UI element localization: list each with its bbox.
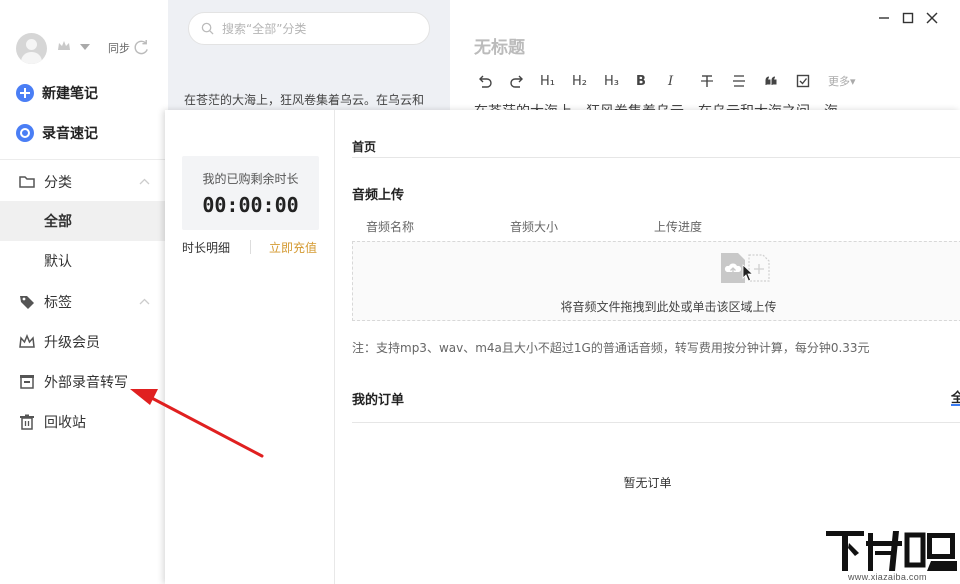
chevron-up-icon[interactable]: [139, 298, 150, 305]
tab-indicator: [951, 404, 960, 406]
sidebar-item-label: 回收站: [44, 415, 86, 431]
recorder-icon: [20, 375, 34, 389]
sidebar-item-label: 外部录音转写: [44, 375, 128, 391]
sidebar-item-label: 升级会员: [44, 335, 100, 351]
new-note-label: 新建笔记: [42, 86, 98, 102]
left-sidebar: 同步 新建笔记 录音速记 分类 全部 默认 标签 升级会员 外部录音转写 回收站: [0, 0, 169, 584]
folder-icon: [19, 176, 35, 188]
bold-button[interactable]: B: [636, 74, 668, 89]
sidebar-item-category[interactable]: 分类: [0, 162, 168, 202]
align-icon[interactable]: [732, 74, 764, 88]
sidebar-item-label: 默认: [44, 254, 72, 270]
column-header-name: 音频名称: [366, 220, 415, 234]
orders-section-title: 我的订单: [352, 393, 405, 408]
search-input[interactable]: [220, 20, 414, 37]
divider: [352, 422, 960, 423]
recharge-link[interactable]: 立即充值: [269, 239, 317, 256]
note-title-input[interactable]: 无标题: [474, 33, 525, 58]
transcribe-left-column: 我的已购剩余时长 00:00:00 时长明细 立即充值: [165, 110, 335, 584]
undo-icon[interactable]: [476, 74, 508, 88]
column-header-progress: 上传进度: [654, 220, 703, 234]
vip-crown-icon: [58, 41, 70, 50]
note-snippet[interactable]: 在苍茫的大海上，狂风卷集着乌云。在乌云和: [184, 91, 424, 108]
sidebar-item-trash[interactable]: 回收站: [0, 402, 168, 442]
watermark-url: www.xiazaiba.com: [848, 572, 927, 582]
new-note-button[interactable]: 新建笔记: [16, 83, 98, 103]
sidebar-item-upgrade[interactable]: 升级会员: [0, 322, 168, 362]
trash-icon: [20, 414, 34, 430]
duration-detail-link[interactable]: 时长明细: [182, 239, 230, 256]
sidebar-item-label: 标签: [44, 295, 72, 311]
editor-toolbar: H₁ H₂ H₃ B I 更多▾: [476, 71, 868, 91]
divider: [352, 157, 960, 158]
avatar[interactable]: [16, 33, 47, 64]
checkbox-icon[interactable]: [796, 74, 828, 88]
strikethrough-icon[interactable]: [700, 74, 732, 88]
column-header-size: 音频大小: [510, 220, 559, 234]
sidebar-item-label: 分类: [44, 175, 72, 191]
mouse-cursor-icon: [742, 264, 754, 282]
voice-note-label: 录音速记: [42, 126, 98, 142]
sync-icon[interactable]: [133, 39, 150, 56]
transcribe-main: 首页 音频上传 音频名称 音频大小 上传进度 将音频文件拖拽到此处或单击该区域上…: [335, 110, 960, 584]
sidebar-item-label: 全部: [44, 214, 72, 230]
transcribe-panel: 我的已购剩余时长 00:00:00 时长明细 立即充值 首页 音频上传 音频名称…: [165, 110, 960, 584]
upload-note: 注：支持mp3、wav、m4a且大小不超过1G的普通话音频，转写费用按分钟计算，…: [352, 341, 870, 355]
orders-empty-text: 暂无订单: [623, 476, 672, 490]
plus-icon: [16, 84, 34, 102]
voice-note-button[interactable]: 录音速记: [16, 123, 98, 143]
close-icon[interactable]: [925, 11, 939, 25]
remaining-time-label: 我的已购剩余时长: [202, 172, 299, 186]
drop-hint: 将音频文件拖拽到此处或单击该区域上传: [560, 300, 777, 314]
remaining-time-card: 我的已购剩余时长 00:00:00: [182, 156, 319, 230]
divider: [0, 159, 168, 160]
sidebar-item-external-transcribe[interactable]: 外部录音转写: [0, 362, 168, 402]
sidebar-item-default[interactable]: 默认: [0, 241, 168, 281]
sidebar-item-all[interactable]: 全部: [0, 201, 168, 241]
remaining-time-value: 00:00:00: [202, 193, 299, 217]
breadcrumb-home[interactable]: 首页: [352, 138, 376, 155]
chevron-down-icon[interactable]: [80, 44, 90, 50]
sidebar-item-tags[interactable]: 标签: [0, 282, 168, 322]
redo-icon[interactable]: [508, 74, 540, 88]
heading1-button[interactable]: H₁: [540, 74, 572, 89]
search-icon: [201, 22, 214, 35]
maximize-icon[interactable]: [901, 11, 915, 25]
heading2-button[interactable]: H₂: [572, 74, 604, 89]
minimize-icon[interactable]: [877, 11, 891, 25]
divider: [250, 240, 251, 254]
audio-drop-zone[interactable]: 将音频文件拖拽到此处或单击该区域上传: [352, 241, 960, 321]
upload-section-title: 音频上传: [352, 188, 405, 203]
record-icon: [16, 124, 34, 142]
crown-icon: [19, 334, 35, 348]
heading3-button[interactable]: H₃: [604, 74, 636, 89]
quote-icon[interactable]: [764, 74, 796, 88]
chevron-up-icon[interactable]: [139, 178, 150, 185]
italic-button[interactable]: I: [668, 74, 700, 89]
sync-label[interactable]: 同步: [108, 40, 130, 56]
search-box[interactable]: [188, 12, 430, 45]
more-button[interactable]: 更多▾: [828, 73, 868, 89]
tag-icon: [20, 296, 34, 309]
